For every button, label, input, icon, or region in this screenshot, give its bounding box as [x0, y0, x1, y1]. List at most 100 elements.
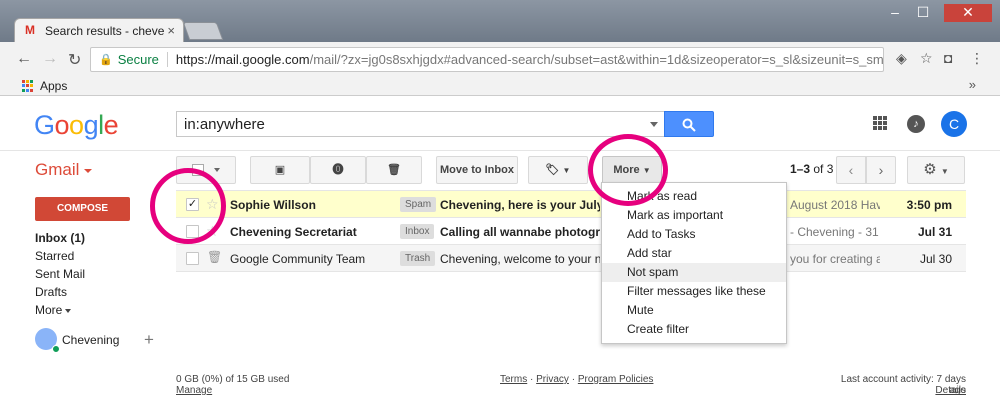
program-policies-link[interactable]: Program Policies	[578, 374, 654, 385]
google-logo[interactable]: Google	[34, 110, 119, 141]
sidebar-item-inbox[interactable]: Inbox (1)	[35, 229, 85, 247]
chevron-left-icon: ‹	[848, 162, 854, 178]
window-close-icon[interactable]: ✕	[944, 4, 992, 22]
message-snippet: - Chevening - 31 J	[790, 225, 880, 239]
extension-icon[interactable]: ◈	[896, 50, 907, 67]
message-sender: Google Community Team	[230, 252, 366, 266]
gear-icon: ⚙	[923, 161, 937, 178]
older-page-button[interactable]: ›	[866, 156, 896, 184]
account-avatar[interactable]: C	[941, 111, 967, 137]
settings-button[interactable]: ⚙ ▼	[907, 156, 965, 184]
lock-icon: 🔒	[99, 54, 113, 66]
labels-caret-icon: ▼	[562, 166, 571, 175]
back-arrow-icon[interactable]: ←	[16, 50, 32, 68]
sidebar-nav: Inbox (1) Starred Sent Mail Drafts More	[35, 229, 85, 319]
search-options-caret-icon[interactable]	[650, 122, 658, 127]
google-apps-icon[interactable]	[873, 116, 887, 130]
search-icon	[682, 118, 696, 133]
message-date: Jul 30	[919, 252, 952, 266]
menu-item-add-to-tasks[interactable]: Add to Tasks	[602, 225, 786, 244]
gmail-label: Gmail	[35, 160, 80, 179]
chevron-right-icon: ›	[878, 162, 884, 178]
sidebar-item-drafts[interactable]: Drafts	[35, 283, 85, 301]
table-row[interactable]: ✓ ☆ Sophie Willson Spam Chevening, here …	[176, 191, 966, 218]
sidebar-item-more[interactable]: More	[35, 301, 85, 319]
bookmark-apps[interactable]: Apps	[40, 79, 67, 93]
archive-button[interactable]: ▣	[250, 156, 310, 184]
row-checkbox[interactable]	[186, 252, 199, 265]
tab-title: Search results - chevening	[45, 23, 165, 38]
new-tab-button[interactable]	[182, 22, 224, 40]
gmail-menu[interactable]: Gmail	[35, 160, 93, 180]
message-subject: Chevening, welcome to your new G	[440, 252, 600, 266]
secure-label: Secure	[118, 52, 168, 67]
hangouts-user-name[interactable]: Chevening	[62, 333, 119, 347]
message-subject: Calling all wannabe photographe	[440, 225, 600, 239]
menu-item-mute[interactable]: Mute	[602, 301, 786, 320]
search-input[interactable]: in:anywhere	[176, 111, 664, 137]
sidebar-item-starred[interactable]: Starred	[35, 247, 85, 265]
move-to-inbox-button[interactable]: Move to Inbox	[436, 156, 518, 184]
star-icon[interactable]: ☆	[206, 196, 219, 213]
privacy-link[interactable]: Privacy	[536, 374, 569, 385]
window-minimize-icon[interactable]: –	[882, 4, 908, 22]
search-button[interactable]	[664, 111, 714, 137]
apps-grid-icon[interactable]	[22, 80, 34, 92]
newer-page-button[interactable]: ‹	[836, 156, 866, 184]
message-label-tag: Trash	[400, 251, 436, 266]
sidebar-more-caret-icon	[65, 308, 72, 313]
url-path: /mail/?zx=jg0s8sxhjgdx#advanced-search/s…	[309, 52, 883, 67]
report-spam-button[interactable]: ⓿	[310, 156, 366, 184]
notifications-bell-icon[interactable]: ♪	[907, 115, 925, 133]
manage-storage-link[interactable]: Manage	[176, 385, 212, 396]
select-all-button[interactable]	[176, 156, 236, 184]
archive-icon: ▣	[274, 164, 286, 176]
menu-item-create-filter[interactable]: Create filter	[602, 320, 786, 339]
menu-item-not-spam[interactable]: Not spam	[602, 263, 786, 282]
table-row[interactable]: ☆ Chevening Secretariat Inbox Calling al…	[176, 218, 966, 245]
tab-close-icon[interactable]: ×	[167, 23, 175, 38]
reload-icon[interactable]: ↻	[68, 50, 81, 70]
add-contact-icon[interactable]: +	[144, 330, 154, 350]
storage-usage: 0 GB (0%) of 15 GB used	[176, 374, 290, 385]
select-checkbox-icon	[192, 164, 205, 177]
label-tag-icon: 🏷	[545, 164, 560, 176]
delete-button[interactable]: 🗑	[366, 156, 422, 184]
bookmarks-overflow-icon[interactable]: »	[969, 77, 976, 92]
pager-range: 1–3	[790, 162, 811, 176]
more-actions-button[interactable]: More ▼	[602, 156, 662, 184]
star-icon[interactable]: ☆	[206, 223, 219, 240]
row-checkbox[interactable]: ✓	[186, 198, 199, 211]
spam-alert-icon: ⓿	[332, 164, 344, 176]
browser-menu-icon[interactable]: ⋮	[970, 50, 984, 67]
select-caret-icon	[213, 168, 220, 173]
browser-toolbar: ← → ↻ 🔒 Secure https://mail.google.com /…	[0, 42, 1000, 76]
message-label-tag: Spam	[400, 197, 437, 212]
terms-link[interactable]: Terms	[500, 374, 527, 385]
row-checkbox[interactable]	[186, 225, 199, 238]
pocket-icon[interactable]: ◘	[944, 50, 952, 66]
footer-separator: ·	[530, 374, 534, 385]
browser-titlebar: M Search results - chevening × – ☐ ✕	[0, 0, 1000, 42]
window-maximize-icon[interactable]: ☐	[910, 4, 936, 22]
address-bar[interactable]: 🔒 Secure https://mail.google.com /mail/?…	[90, 47, 884, 72]
message-sender: Chevening Secretariat	[230, 225, 357, 239]
bookmarks-bar: Apps »	[0, 76, 1000, 96]
trash-icon: 🗑	[387, 164, 401, 176]
labels-button[interactable]: 🏷 ▼	[528, 156, 588, 184]
sidebar-item-sent[interactable]: Sent Mail	[35, 265, 85, 283]
table-row[interactable]: 🗑 Google Community Team Trash Chevening,…	[176, 245, 966, 272]
forward-arrow-icon[interactable]: →	[42, 50, 58, 68]
compose-button[interactable]: COMPOSE	[35, 197, 130, 221]
menu-item-mark-read[interactable]: Mark as read	[602, 187, 786, 206]
sidebar-more-label: More	[35, 303, 63, 317]
browser-tab-active[interactable]: M Search results - chevening ×	[14, 18, 184, 42]
message-list: ✓ ☆ Sophie Willson Spam Chevening, here …	[176, 190, 966, 272]
activity-details-link[interactable]: Details	[900, 385, 966, 396]
footer-separator: ·	[571, 374, 576, 385]
menu-item-add-star[interactable]: Add star	[602, 244, 786, 263]
more-label: More	[613, 164, 640, 176]
menu-item-filter-like-these[interactable]: Filter messages like these	[602, 282, 786, 301]
menu-item-mark-important[interactable]: Mark as important	[602, 206, 786, 225]
bookmark-star-icon[interactable]: ☆	[920, 50, 933, 67]
